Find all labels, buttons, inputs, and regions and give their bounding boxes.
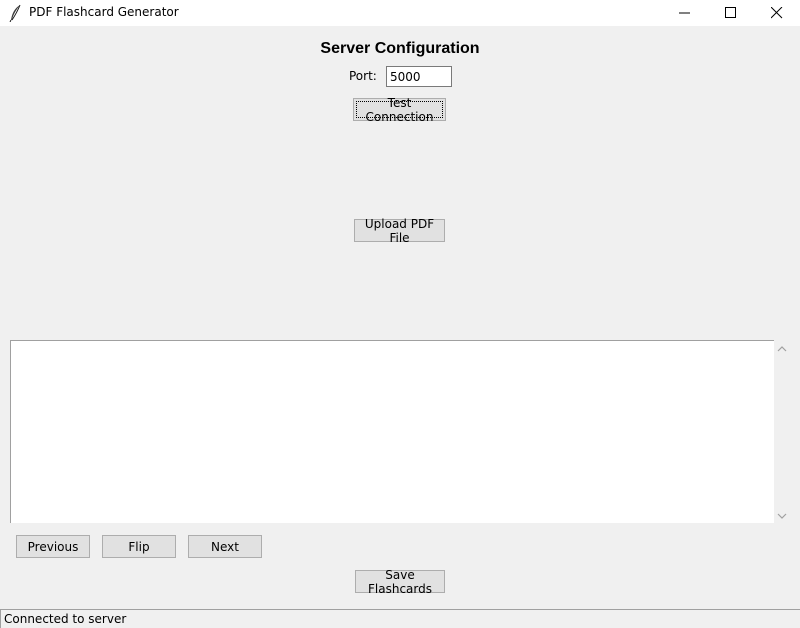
close-button[interactable] — [754, 0, 800, 26]
previous-button[interactable]: Previous — [16, 535, 90, 558]
server-configuration-heading: Server Configuration — [320, 40, 480, 57]
save-flashcards-button[interactable]: Save Flashcards — [355, 568, 445, 596]
maximize-icon — [725, 7, 736, 18]
close-icon — [771, 7, 783, 19]
feather-icon — [9, 4, 23, 23]
minimize-icon — [679, 12, 690, 14]
port-input[interactable] — [386, 66, 452, 87]
scroll-up-arrow-icon[interactable] — [777, 343, 787, 353]
flip-button[interactable]: Flip — [102, 535, 176, 558]
title-bar: PDF Flashcard Generator — [0, 0, 800, 26]
minimize-button[interactable] — [662, 0, 708, 26]
flashcard-scrollbar[interactable] — [774, 340, 790, 523]
next-button[interactable]: Next — [188, 535, 262, 558]
flashcard-text-area[interactable] — [10, 340, 774, 523]
port-label: Port: — [349, 69, 377, 83]
status-text: Connected to server — [4, 612, 127, 626]
upload-pdf-button[interactable]: Upload PDF File — [354, 217, 445, 245]
status-bar: Connected to server — [0, 609, 800, 628]
test-connection-button[interactable]: Test Connection — [353, 96, 446, 124]
window-title: PDF Flashcard Generator — [29, 5, 179, 19]
maximize-button[interactable] — [708, 0, 754, 26]
scroll-down-arrow-icon[interactable] — [777, 510, 787, 520]
